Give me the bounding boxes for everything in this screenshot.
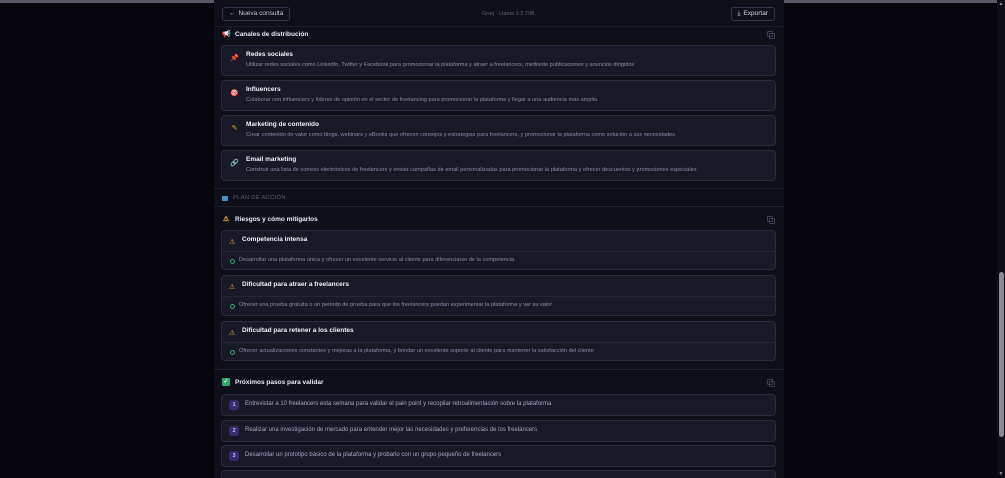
channel-title: Marketing de contenido <box>246 121 319 128</box>
risk-separator <box>222 342 775 343</box>
step-card: 2 Realizar una investigación de mercado … <box>221 420 776 442</box>
circle-check-icon <box>230 350 235 355</box>
new-query-label: Nueva consulta <box>238 10 284 17</box>
plan-label: PLAN DE ACCIÓN <box>222 195 286 201</box>
model-label: Groq · Llama 3.3 70B <box>482 11 535 17</box>
export-label: Exportar <box>743 10 768 17</box>
step-card <box>221 470 776 478</box>
download-icon: ⤓ <box>737 10 741 17</box>
copy-icon[interactable] <box>767 216 775 224</box>
channel-desc: Utilizar redes sociales como LinkedIn, T… <box>246 62 635 68</box>
warning-icon: ⚠ <box>222 216 230 223</box>
step-card: 1 Entrevistar a 10 freelancers esta sema… <box>221 394 776 416</box>
checkbox-icon: ✓ <box>222 378 230 386</box>
channel-title: Redes sociales <box>246 51 293 58</box>
risk-title: Dificultad para atraer a freelancers <box>242 281 349 288</box>
pencil-icon: ✎ <box>231 125 238 132</box>
step-number: 3 <box>229 451 239 461</box>
channels-section-title: 📢 Canales de distribución <box>222 30 309 39</box>
risk-separator <box>222 251 775 252</box>
channel-title: Influencers <box>246 86 281 93</box>
report-panel: ← Nueva consulta Groq · Llama 3.3 70B ⤓ … <box>214 0 784 478</box>
copy-icon[interactable] <box>767 379 775 387</box>
risk-title: Competencia intensa <box>242 236 308 243</box>
risks-title: Riesgos y cómo mitigarlos <box>235 215 318 223</box>
scrollbar[interactable]: ▲ ▼ <box>997 0 1005 478</box>
step-text: Realizar una investigación de mercado pa… <box>245 427 538 433</box>
scroll-up-icon[interactable]: ▲ <box>998 1 1004 7</box>
step-text: Entrevistar a 10 freelancers esta semana… <box>245 401 552 407</box>
target-icon: 🎯 <box>230 90 239 97</box>
channel-desc: Construir una lista de correos electróni… <box>246 167 697 173</box>
link-icon: 🔗 <box>230 160 239 167</box>
steps-section-title: ✓ Próximos pasos para validar <box>222 378 324 386</box>
channel-card: ✎ Marketing de contenido Crear contenido… <box>221 115 776 146</box>
arrow-left-icon: ← <box>229 10 236 17</box>
megaphone-icon: 📢 <box>222 31 231 38</box>
scroll-down-icon[interactable]: ▼ <box>998 471 1004 477</box>
channel-title: Email marketing <box>246 156 297 163</box>
risk-title: Dificultad para retener a los clientes <box>242 327 354 334</box>
export-button[interactable]: ⤓ Exportar <box>730 7 775 21</box>
warning-icon: ⚠ <box>229 330 236 337</box>
risks-section-title: ⚠ Riesgos y cómo mitigarlos <box>222 215 318 224</box>
step-text: Desarrollar un prototipo básico de la pl… <box>245 452 502 458</box>
circle-check-icon <box>230 259 235 264</box>
section-divider <box>214 188 784 189</box>
channel-desc: Crear contenido de valor como blogs, web… <box>246 132 676 138</box>
step-number: 2 <box>229 426 239 436</box>
risk-card: ⚠ Dificultad para atraer a freelancers O… <box>221 275 776 316</box>
risk-card: ⚠ Competencia intensa Desarrollar una pl… <box>221 230 776 270</box>
risk-mitigation: Ofrecer actualizaciones constantes y mej… <box>239 348 594 354</box>
channel-card: 📌 Redes sociales Utilizar redes sociales… <box>221 45 776 76</box>
scroll-thumb[interactable] <box>999 272 1004 437</box>
plan-icon <box>222 195 228 201</box>
pin-icon: 📌 <box>230 55 239 62</box>
channels-title: Canales de distribución <box>235 30 309 38</box>
steps-title: Próximos pasos para validar <box>235 378 324 386</box>
risk-mitigation: Ofrecer una prueba gratuita o un período… <box>239 302 553 308</box>
circle-check-icon <box>230 304 235 309</box>
risk-mitigation: Desarrollar una plataforma única y ofrec… <box>239 257 515 263</box>
toolbar: ← Nueva consulta Groq · Llama 3.3 70B ⤓ … <box>214 3 784 27</box>
warning-icon: ⚠ <box>229 284 236 291</box>
step-number: 1 <box>229 400 239 410</box>
copy-icon[interactable] <box>767 31 775 39</box>
new-query-button[interactable]: ← Nueva consulta <box>222 7 291 21</box>
step-card: 3 Desarrollar un prototipo básico de la … <box>221 445 776 467</box>
risk-separator <box>222 296 775 297</box>
section-divider <box>214 369 784 370</box>
channel-desc: Colaborar con influencers y líderes de o… <box>246 97 598 103</box>
channel-card: 🔗 Email marketing Construir una lista de… <box>221 150 776 181</box>
channel-card: 🎯 Influencers Colaborar con influencers … <box>221 80 776 111</box>
plan-label-text: PLAN DE ACCIÓN <box>233 195 286 201</box>
warning-icon: ⚠ <box>229 239 236 246</box>
risk-card: ⚠ Dificultad para retener a los clientes… <box>221 321 776 361</box>
section-divider <box>214 206 784 207</box>
